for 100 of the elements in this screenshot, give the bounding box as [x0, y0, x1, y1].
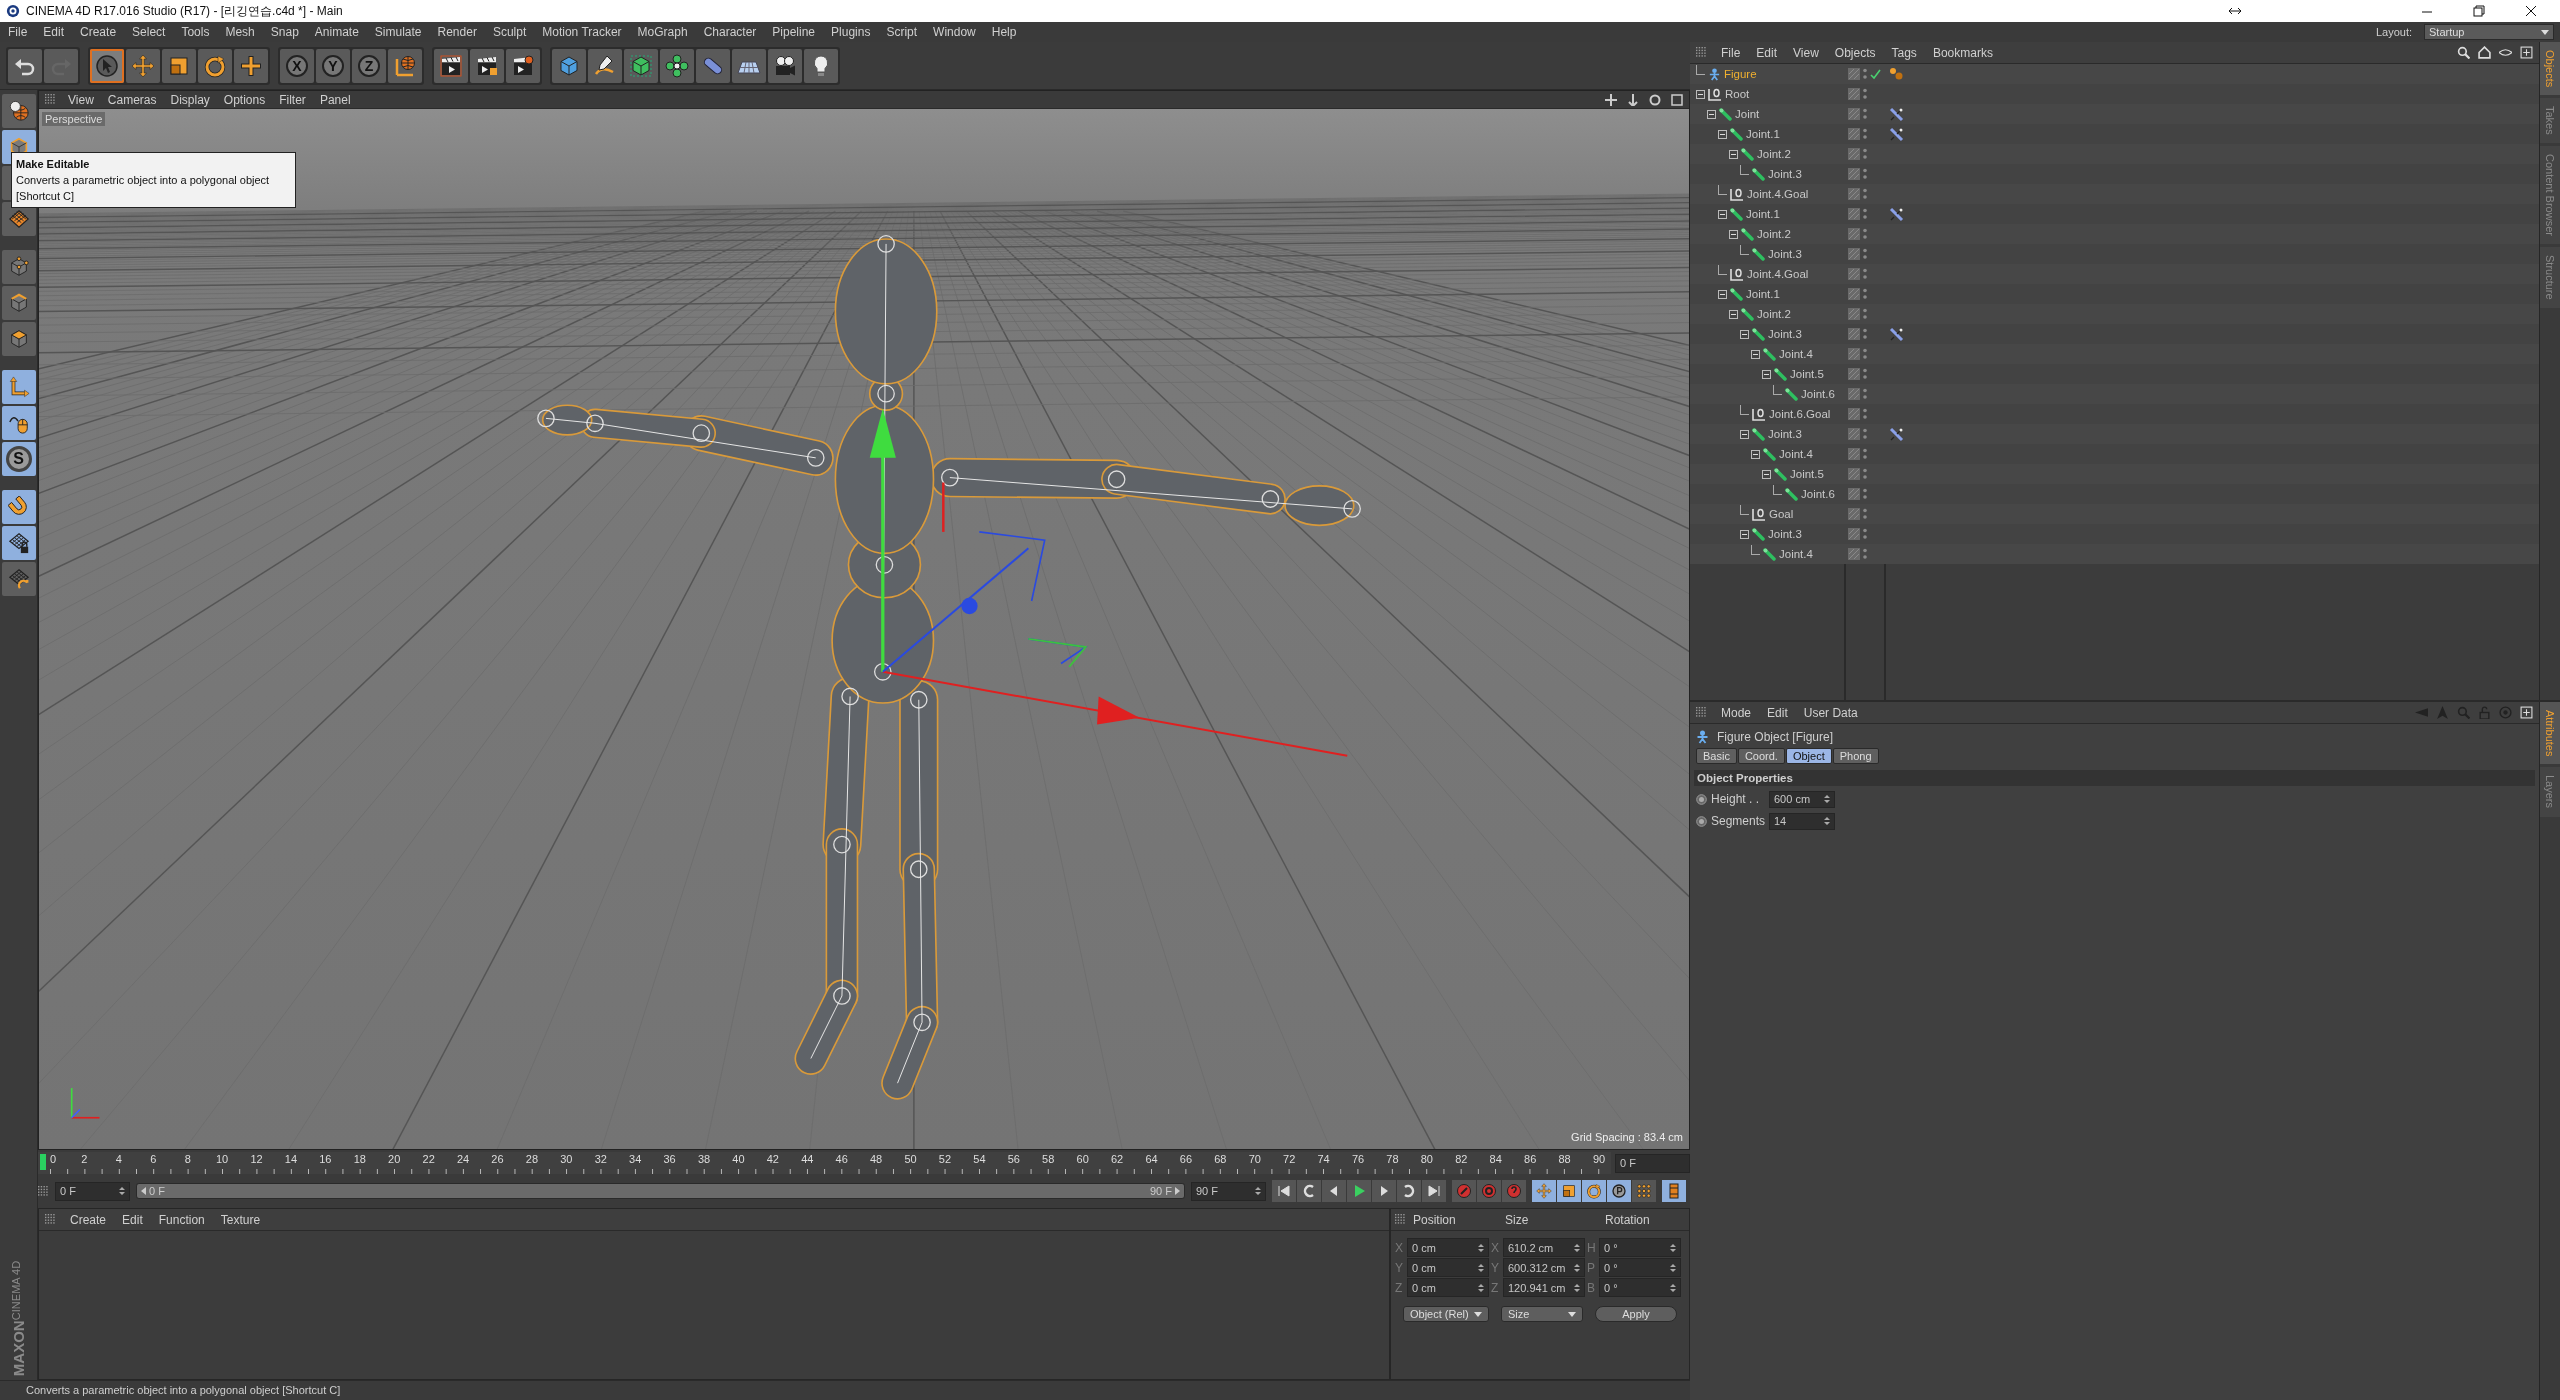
collapse-icon[interactable] [1751, 449, 1760, 459]
menu-item[interactable]: Select [130, 25, 168, 39]
rotation-field[interactable]: 0 ° [1599, 1238, 1681, 1257]
attribute-tab[interactable]: Phong [1832, 748, 1879, 764]
object-row[interactable]: Joint.2 [1690, 304, 2539, 324]
object-row[interactable]: Joint.3 [1690, 424, 2539, 444]
collapse-icon[interactable] [1696, 89, 1705, 99]
render-picture-button[interactable] [470, 48, 504, 83]
object-row[interactable]: Joint.3 [1690, 244, 2539, 264]
workplane-sync-button[interactable] [1, 562, 36, 596]
world-button[interactable] [388, 48, 422, 83]
snap-button[interactable]: S [1, 442, 36, 476]
attribute-tab[interactable]: Coord. [1737, 748, 1785, 764]
parameter-key-button[interactable] [1607, 1180, 1631, 1202]
menu-item[interactable]: Sculpt [490, 25, 529, 39]
menu-item[interactable]: Filter [277, 92, 308, 107]
rotate-button[interactable] [198, 48, 232, 83]
menu-item[interactable]: Edit [41, 25, 67, 39]
next-frame-button[interactable] [1372, 1180, 1396, 1202]
first-frame-button[interactable] [1272, 1180, 1296, 1202]
visibility-dots-icon[interactable] [1863, 488, 1867, 500]
previous-frame-button[interactable] [1322, 1180, 1346, 1202]
move-button[interactable] [126, 48, 160, 83]
ik-tag-icon[interactable] [1889, 206, 1904, 222]
edges-button[interactable] [1, 286, 36, 320]
visibility-dots-icon[interactable] [1863, 428, 1867, 440]
rotate-view-icon[interactable] [1649, 93, 1661, 106]
zoom-view-icon[interactable] [1627, 93, 1639, 106]
axis-lock-button[interactable]: Z [352, 48, 386, 83]
visibility-dots-icon[interactable] [1863, 248, 1867, 260]
menu-item[interactable]: Cameras [105, 92, 159, 107]
pen-button[interactable] [588, 48, 622, 83]
object-row[interactable]: Root [1690, 84, 2539, 104]
end-frame-field[interactable]: 90 F [1191, 1181, 1266, 1201]
new-panel-icon[interactable] [2520, 706, 2533, 719]
visibility-dots-icon[interactable] [1863, 388, 1867, 400]
move-gizmo-drawing[interactable] [869, 408, 1349, 757]
menu-item[interactable]: Tags [1889, 45, 1919, 60]
collapse-icon[interactable] [1740, 329, 1749, 339]
collapse-icon[interactable] [1718, 129, 1727, 139]
array-button[interactable] [660, 48, 694, 83]
menu-item[interactable]: Simulate [372, 25, 424, 39]
undo-button[interactable] [8, 48, 42, 83]
record-button[interactable] [1452, 1180, 1476, 1202]
size-field[interactable]: 610.2 cm [1503, 1238, 1585, 1257]
search-icon[interactable] [2457, 46, 2470, 59]
restore-icon[interactable] [2472, 4, 2486, 18]
collapse-icon[interactable] [1762, 469, 1771, 479]
object-row[interactable]: Goal [1690, 504, 2539, 524]
object-row[interactable]: Joint.3 [1690, 524, 2539, 544]
visibility-dots-icon[interactable] [1863, 468, 1867, 480]
object-row[interactable]: Joint.5 [1690, 364, 2539, 384]
render-settings-button[interactable] [506, 48, 540, 83]
side-tab[interactable]: Attributes [2540, 702, 2560, 765]
axis-button[interactable] [1, 370, 36, 404]
value-field[interactable]: 14 [1769, 812, 1835, 830]
menu-item[interactable]: Plugins [829, 25, 873, 39]
menu-item[interactable]: Script [884, 25, 920, 39]
play-button[interactable] [1347, 1180, 1371, 1202]
menu-item[interactable]: Create [78, 25, 119, 39]
visibility-dots-icon[interactable] [1863, 528, 1867, 540]
collapse-icon[interactable] [1740, 429, 1749, 439]
menu-item[interactable]: Options [221, 92, 268, 107]
axis-lock-button[interactable]: Y [316, 48, 350, 83]
collapse-icon[interactable] [1707, 109, 1716, 119]
add-button[interactable] [234, 48, 268, 83]
ik-tag-icon[interactable] [1889, 126, 1904, 142]
position-field[interactable]: 0 cm [1407, 1238, 1489, 1257]
menu-item[interactable]: Help [989, 25, 1019, 39]
menu-item[interactable]: File [6, 25, 30, 39]
visibility-dots-icon[interactable] [1863, 228, 1867, 240]
coordinate-mode-dropdown[interactable]: Object (Rel) [1403, 1306, 1489, 1322]
side-tab[interactable]: Objects [2540, 42, 2560, 96]
object-row[interactable]: Joint.1 [1690, 204, 2539, 224]
collapse-icon[interactable] [1729, 309, 1738, 319]
ik-tag-icon[interactable] [1889, 326, 1904, 342]
last-frame-button[interactable] [1422, 1180, 1446, 1202]
menu-item[interactable]: Create [68, 1212, 109, 1227]
menu-item[interactable]: Mesh [223, 25, 257, 39]
camera-button[interactable] [768, 48, 802, 83]
collapse-icon[interactable] [1751, 349, 1760, 359]
menu-item[interactable]: View [1791, 45, 1821, 60]
apply-button[interactable]: Apply [1595, 1306, 1677, 1322]
menu-item[interactable]: Animate [312, 25, 361, 39]
menu-item[interactable]: Edit [1754, 45, 1780, 60]
object-row[interactable]: Figure [1690, 64, 2539, 84]
menu-item[interactable]: Snap [268, 25, 301, 39]
close-icon[interactable] [2524, 4, 2538, 18]
visibility-dots-icon[interactable] [1863, 148, 1867, 160]
workplane-lock-button[interactable] [1, 526, 36, 560]
menu-item[interactable]: MoGraph [635, 25, 690, 39]
object-row[interactable]: Joint.4 [1690, 344, 2539, 364]
timeline-button[interactable] [1662, 1180, 1686, 1202]
previous-key-button[interactable] [1297, 1180, 1321, 1202]
autokey-button[interactable] [1477, 1180, 1501, 1202]
visibility-dots-icon[interactable] [1863, 128, 1867, 140]
checkmark-icon[interactable] [1870, 68, 1881, 80]
value-field[interactable]: 600 cm [1769, 790, 1835, 808]
ik-tag-icon[interactable] [1889, 426, 1904, 442]
scale-key-button[interactable] [1557, 1180, 1581, 1202]
